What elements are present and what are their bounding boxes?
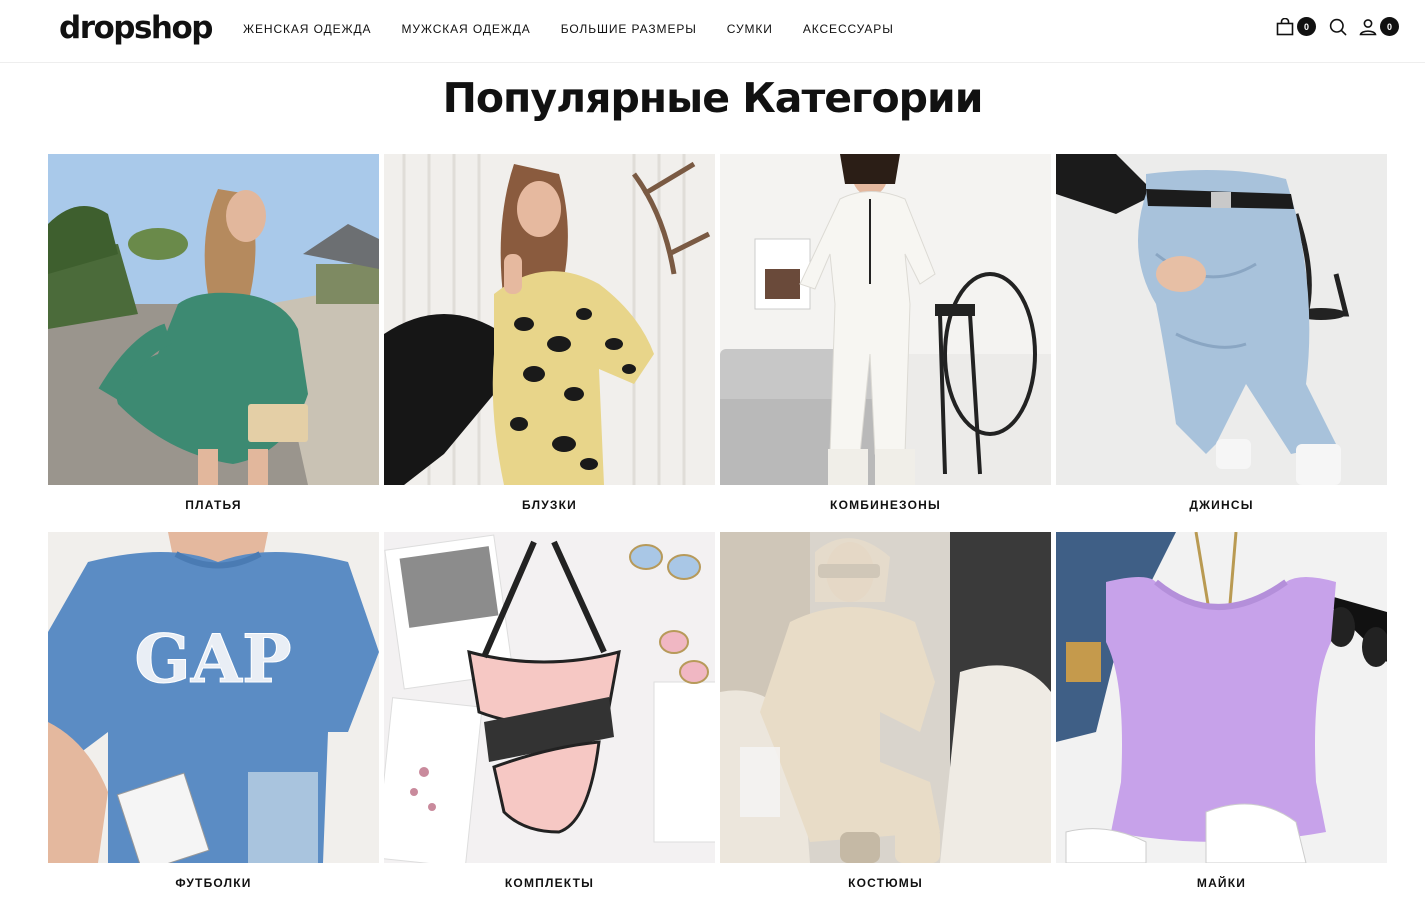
- search-button[interactable]: [1329, 18, 1347, 36]
- category-image-tank-tops[interactable]: [1056, 532, 1387, 863]
- nav-item-plus-sizes[interactable]: БОЛЬШИЕ РАЗМЕРЫ: [561, 22, 697, 36]
- category-card-dresses[interactable]: ПЛАТЬЯ: [48, 154, 379, 518]
- category-image-jeans[interactable]: [1056, 154, 1387, 485]
- nav-item-womens-clothing[interactable]: ЖЕНСКАЯ ОДЕЖДА: [243, 22, 371, 36]
- category-label-sets[interactable]: КОМПЛЕКТЫ: [384, 863, 715, 896]
- cart-count-badge: 0: [1297, 17, 1316, 36]
- category-card-jumpsuits[interactable]: КОМБИНЕЗОНЫ: [720, 154, 1051, 518]
- nav-item-bags[interactable]: СУМКИ: [727, 22, 773, 36]
- category-card-jeans[interactable]: ДЖИНСЫ: [1056, 154, 1387, 518]
- category-label-jeans[interactable]: ДЖИНСЫ: [1056, 485, 1387, 518]
- site-logo[interactable]: dropshop: [59, 10, 213, 46]
- category-image-tshirts[interactable]: GAP: [48, 532, 379, 863]
- category-image-blouses[interactable]: [384, 154, 715, 485]
- shopping-bag-icon: [1276, 17, 1294, 36]
- account-count-badge: 0: [1380, 17, 1399, 36]
- category-card-tank-tops[interactable]: МАЙКИ: [1056, 532, 1387, 896]
- user-icon: [1359, 18, 1377, 36]
- search-icon: [1329, 18, 1347, 36]
- page-title: Популярные Категории: [442, 74, 984, 122]
- category-label-tank-tops[interactable]: МАЙКИ: [1056, 863, 1387, 896]
- nav-item-mens-clothing[interactable]: МУЖСКАЯ ОДЕЖДА: [401, 22, 530, 36]
- category-label-tshirts[interactable]: ФУТБОЛКИ: [48, 863, 379, 896]
- header-tools: 0 0: [1276, 17, 1399, 36]
- category-image-dresses[interactable]: [48, 154, 379, 485]
- category-image-suits[interactable]: [720, 532, 1051, 863]
- category-label-jumpsuits[interactable]: КОМБИНЕЗОНЫ: [720, 485, 1051, 518]
- site-header: dropshop ЖЕНСКАЯ ОДЕЖДА МУЖСКАЯ ОДЕЖДА Б…: [0, 0, 1425, 63]
- nav-item-accessories[interactable]: АКСЕССУАРЫ: [803, 22, 894, 36]
- category-label-dresses[interactable]: ПЛАТЬЯ: [48, 485, 379, 518]
- category-card-sets[interactable]: КОМПЛЕКТЫ: [384, 532, 715, 896]
- cart-button[interactable]: 0: [1276, 17, 1316, 36]
- main-nav: ЖЕНСКАЯ ОДЕЖДА МУЖСКАЯ ОДЕЖДА БОЛЬШИЕ РА…: [243, 22, 924, 36]
- category-image-jumpsuits[interactable]: [720, 154, 1051, 485]
- category-label-blouses[interactable]: БЛУЗКИ: [384, 485, 715, 518]
- category-label-suits[interactable]: КОСТЮМЫ: [720, 863, 1051, 896]
- category-card-tshirts[interactable]: GAP ФУТБОЛКИ: [48, 532, 379, 896]
- svg-text:GAP: GAP: [134, 620, 291, 698]
- category-grid: ПЛАТЬЯ БЛУЗКИ КОМБИНЕЗОНЫ ДЖИНСЫ GAP ФУТ…: [48, 154, 1388, 896]
- category-image-sets[interactable]: [384, 532, 715, 863]
- category-card-suits[interactable]: КОСТЮМЫ: [720, 532, 1051, 896]
- account-button[interactable]: 0: [1359, 17, 1399, 36]
- category-card-blouses[interactable]: БЛУЗКИ: [384, 154, 715, 518]
